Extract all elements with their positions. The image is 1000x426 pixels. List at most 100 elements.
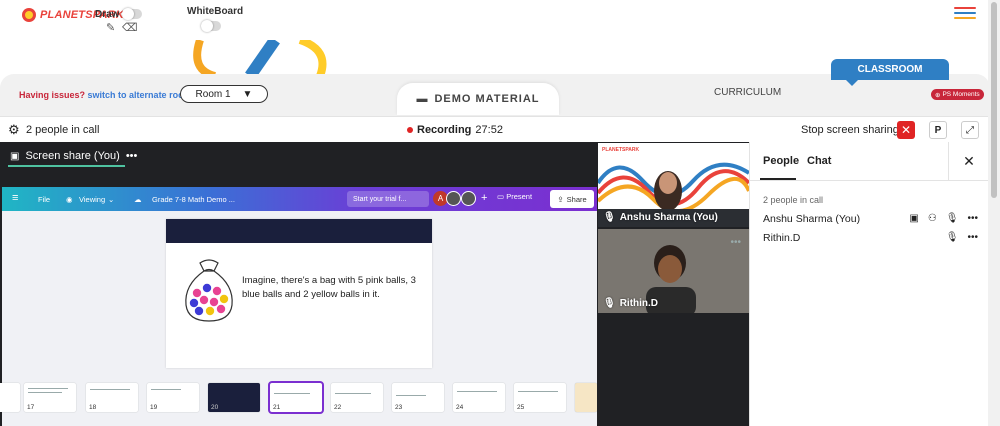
classroom-tab[interactable]: CLASSROOM [831,59,949,80]
slide-thumbnail[interactable]: 17 [24,383,76,412]
viewing-menu[interactable]: Viewing [79,195,105,204]
demo-material-tab[interactable]: ▬ DEMO MATERIAL [397,83,559,115]
video-tile-participant[interactable]: ••• 🎙 Rithin.D [598,229,749,313]
trial-label: Start your trial f... [353,195,407,203]
current-slide: Imagine, there's a bag with 5 pink balls… [166,219,432,368]
screen-share-title: ▣ Screen share (You) ••• [10,150,137,162]
person-name: Rithin.D [763,232,801,244]
tab-people[interactable]: People [763,155,799,167]
slide-thumbnail[interactable]: 23 [392,383,444,412]
doc-title[interactable]: Grade 7-8 Math Demo ... [152,195,235,204]
more-options-icon[interactable]: ••• [967,232,978,243]
cloud-icon: ☁ [134,195,142,204]
plus-circle-icon: ⊕ [935,91,941,99]
share-label: Share [566,194,587,204]
more-options-icon[interactable]: ••• [126,150,138,162]
menu-icon[interactable]: ≡ [12,192,18,204]
slide-text: Imagine, there's a bag with 5 pink balls… [242,275,416,300]
video-tiles: PLANETSPARK 🎙 Anshu Sharma (You) ••• 🎙 R… [597,142,749,426]
microphone-icon: 🎙 [603,298,616,309]
user-settings-icon[interactable]: ⚇ [928,213,937,224]
person-name: Anshu Sharma (You) [763,213,861,225]
microphone-icon[interactable]: 🎙 [946,232,959,243]
participant-name-label: Rithin.D [619,298,659,309]
more-options-icon[interactable]: ••• [967,213,978,224]
slide-thumbnail[interactable]: 24 [453,383,505,412]
list-item[interactable]: Anshu Sharma (You) ▣ ⚇ 🎙 ••• [763,213,978,227]
top-bar: PLANETSPARK Draw ✎ ⌫ WhiteBoard [0,0,1000,40]
slide-thumbnail[interactable]: 22 [331,383,383,412]
recording-status: Recording 27:52 [407,124,503,136]
gear-icon[interactable]: ⚙ [8,122,20,138]
present-label: Present [506,192,533,201]
canva-toolbar: ≡ File ◉ Viewing ⌄ ☁ Grade 7-8 Math Demo… [2,187,597,211]
present-button[interactable]: ▭ Present [497,192,532,201]
expand-icon[interactable]: ⤢ [961,121,979,139]
room-select-value: Room 1 [195,88,231,100]
slide-thumbnail[interactable]: 19 [147,383,199,412]
recording-time: 27:52 [475,124,503,136]
recording-label: Recording [417,124,472,136]
slide-thumbnail-selected[interactable]: 21 [268,381,324,414]
add-collaborator-button[interactable]: + [481,192,487,204]
ps-moments-button[interactable]: ⊕ PS Moments [931,89,984,100]
list-item[interactable]: Rithin.D 🎙 ••• [763,232,978,246]
whiteboard-label: WhiteBoard [187,6,244,17]
avatar[interactable] [446,191,461,206]
slide-number: 17 [27,404,35,411]
stop-sharing-button[interactable]: ✕ [897,121,915,139]
participant-name: 🎙 Rithin.D [603,298,658,309]
slide-number: 21 [273,404,281,411]
eraser-icon[interactable]: ⌫ [122,23,138,34]
file-menu[interactable]: File [38,195,50,204]
start-trial-button[interactable]: Start your trial f... [347,191,429,207]
demo-material-label: DEMO MATERIAL [434,93,540,105]
menu-icon[interactable] [954,7,976,22]
page-scrollbar[interactable] [988,0,1000,426]
eye-icon: ◉ [66,195,73,204]
present-icon: ▭ [497,192,505,201]
ps-moments-label: PS Moments [942,91,980,98]
room-select[interactable]: Room 1 ▼ [180,85,268,103]
bag-of-balls-illustration [185,259,233,322]
screen-share-header: ▣ Screen share (You) ••• [0,142,597,186]
slide-number: 24 [456,404,464,411]
slide-number: 22 [334,404,342,411]
close-icon[interactable]: ✕ [948,142,989,181]
triangle-down-icon: ▼ [242,88,253,100]
slide-number: 25 [517,404,525,411]
slide-thumbnail[interactable]: 18 [86,383,138,412]
slide-number: 19 [150,404,158,411]
tab-chat[interactable]: Chat [807,155,831,167]
alternate-room-link[interactable]: switch to alternate room [88,90,192,100]
upload-icon: ⇪ [557,194,564,204]
pencil-icon[interactable]: ✎ [106,23,115,34]
share-tab-underline [8,165,125,167]
avatar[interactable] [461,191,476,206]
participant-name-label: Anshu Sharma (You) [619,212,718,223]
slide-thumbnail[interactable]: 20 [208,383,260,412]
scrollbar-thumb[interactable] [991,2,997,198]
in-call-count: 2 people in call [763,195,824,205]
participant-name: 🎙 Anshu Sharma (You) [603,212,718,223]
whiteboard-toggle[interactable] [201,20,221,32]
people-count: 2 people in call [26,124,100,136]
issues-notice: Having issues? switch to alternate room [19,90,192,100]
chevron-down-icon: ⌄ [108,195,115,204]
slide-thumbnail[interactable]: 25 [514,383,566,412]
present-icon[interactable]: ▣ [909,213,918,224]
more-options-icon[interactable]: ••• [730,237,741,248]
slide-thumbnails: 17 18 19 20 21 22 23 24 25 [0,379,597,424]
microphone-icon[interactable]: 🎙 [946,213,959,224]
curriculum-tab[interactable]: CURRICULUM [714,87,781,98]
share-button[interactable]: ⇪ Share [550,190,594,208]
watermark-logo: PLANETSPARK [602,147,640,153]
slide-thumbnail[interactable] [575,383,597,412]
screen-share-area: ▣ Screen share (You) ••• ≡ File ◉ Viewin… [0,142,597,426]
slide-thumbnail[interactable] [0,383,20,412]
video-tile-self[interactable]: PLANETSPARK 🎙 Anshu Sharma (You) [598,143,749,227]
people-panel: People Chat ✕ 2 people in call Anshu Sha… [749,142,989,426]
draw-toggle[interactable] [122,8,142,20]
room-controls-bar: Having issues? switch to alternate room … [0,59,990,116]
pip-button[interactable]: P [929,121,947,139]
